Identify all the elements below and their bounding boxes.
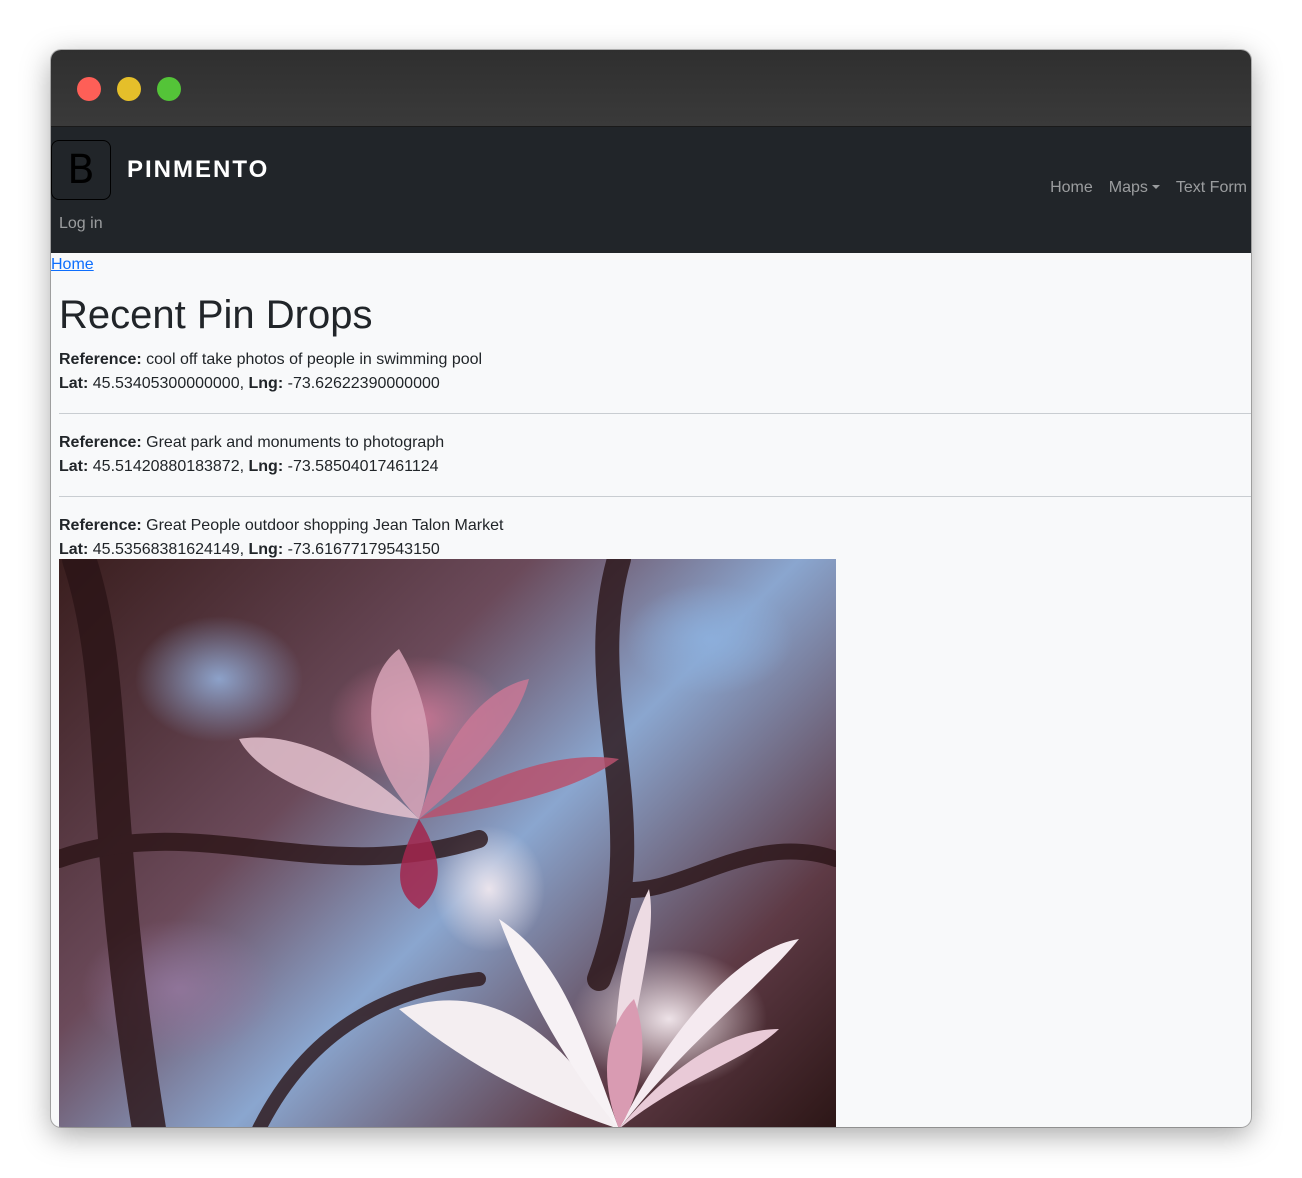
brand-name[interactable]: PINMENTO <box>127 156 269 184</box>
lat-label: Lat: <box>59 375 89 392</box>
pin-reference-line: Reference: Great park and monuments to p… <box>59 431 1251 455</box>
pin-coords-line: Lat: 45.53405300000000, Lng: -73.6262239… <box>59 375 440 392</box>
pin-lat: 45.53568381624149 <box>92 541 240 558</box>
breadcrumb-home-link[interactable]: Home <box>51 256 94 274</box>
pin-reference-line: Reference: Great People outdoor shopping… <box>59 514 1251 538</box>
minimize-window-button[interactable] <box>117 77 141 101</box>
lat-label: Lat: <box>59 541 89 558</box>
pin-reference: cool off take photos of people in swimmi… <box>146 351 483 368</box>
lat-label: Lat: <box>59 458 89 475</box>
lng-label: Lng: <box>248 541 284 558</box>
pin-lng: -73.62622390000000 <box>287 375 440 392</box>
pin-lng: -73.58504017461124 <box>287 458 439 475</box>
close-window-button[interactable] <box>77 77 101 101</box>
window-titlebar <box>51 50 1251 127</box>
lng-label: Lng: <box>248 375 284 392</box>
pin-coords-line: Lat: 45.51420880183872, Lng: -73.5850401… <box>59 458 439 475</box>
pin-divider <box>59 496 1251 497</box>
main-content: Home Recent Pin Drops Reference: cool of… <box>51 253 1251 1127</box>
pin-item: Reference: cool off take photos of peopl… <box>59 348 1251 396</box>
pin-lng: -73.61677179543150 <box>287 541 440 558</box>
browser-window: B PINMENTO Home Maps Text Form Log in Ho… <box>51 50 1251 1127</box>
pin-list: Reference: cool off take photos of peopl… <box>59 348 1251 562</box>
caret-down-icon <box>1151 185 1160 189</box>
pin-divider <box>59 413 1251 414</box>
magnolia-photo-icon <box>59 559 836 1127</box>
pin-reference: Great People outdoor shopping Jean Talon… <box>146 517 504 534</box>
nav-dropdown-maps[interactable]: Maps <box>1109 179 1160 197</box>
nav-links: Home Maps Text Form <box>1050 179 1247 197</box>
top-navbar: B PINMENTO Home Maps Text Form Log in <box>51 127 1251 253</box>
reference-label: Reference: <box>59 517 142 534</box>
lng-label: Lng: <box>248 458 284 475</box>
pin-item: Reference: Great park and monuments to p… <box>59 431 1251 479</box>
brand-logo-letter: B <box>67 147 95 193</box>
pin-reference: Great park and monuments to photograph <box>146 434 445 451</box>
page-title: Recent Pin Drops <box>59 293 373 337</box>
pin-photo-magnolia <box>59 559 836 1127</box>
pin-lat: 45.53405300000000 <box>92 375 240 392</box>
reference-label: Reference: <box>59 351 142 368</box>
reference-label: Reference: <box>59 434 142 451</box>
brand-logo[interactable]: B <box>51 140 111 200</box>
pin-item: Reference: Great People outdoor shopping… <box>59 514 1251 562</box>
maximize-window-button[interactable] <box>157 77 181 101</box>
pin-lat: 45.51420880183872 <box>92 458 240 475</box>
pin-reference-line: Reference: cool off take photos of peopl… <box>59 348 1251 372</box>
login-link[interactable]: Log in <box>59 215 103 233</box>
nav-link-text-form[interactable]: Text Form <box>1176 179 1247 197</box>
nav-dropdown-maps-label: Maps <box>1108 179 1148 196</box>
nav-link-home[interactable]: Home <box>1050 179 1093 197</box>
